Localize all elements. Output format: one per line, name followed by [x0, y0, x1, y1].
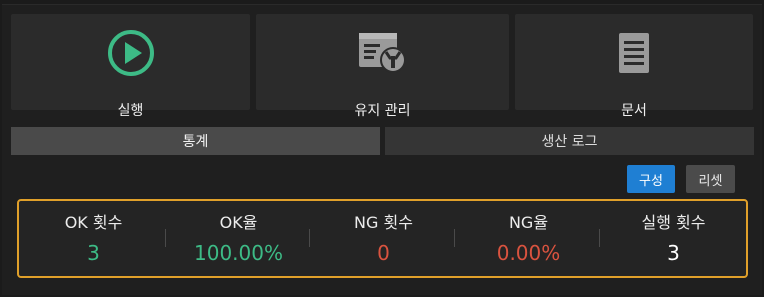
- stat-label: NG 횟수: [354, 213, 413, 232]
- stat-value: 3: [87, 241, 100, 265]
- stat-run-count: 실행 횟수 3: [601, 201, 746, 276]
- stat-label: 실행 횟수: [641, 213, 706, 232]
- stat-ok-count: OK 횟수 3: [21, 201, 166, 276]
- stats-panel: OK 횟수 3 OK율 100.00% NG 횟수 0 NG율 0.00% 실행…: [17, 199, 748, 278]
- documents-tile-label: 문서: [621, 103, 647, 119]
- divider: [454, 229, 455, 247]
- document-icon: [515, 28, 753, 78]
- documents-tile[interactable]: 문서: [515, 14, 753, 119]
- stat-value: 3: [667, 241, 680, 265]
- stat-ok-rate: OK율 100.00%: [166, 201, 311, 276]
- stat-label: OK 횟수: [64, 213, 123, 232]
- tab-statistics[interactable]: 통계: [11, 127, 380, 155]
- reset-button[interactable]: 리셋: [686, 165, 735, 193]
- config-button[interactable]: 구성: [627, 165, 675, 193]
- stat-label: NG율: [508, 213, 549, 232]
- stat-value: 100.00%: [194, 241, 283, 265]
- tab-production-log[interactable]: 생산 로그: [385, 127, 754, 155]
- divider: [599, 229, 600, 247]
- play-circle-icon: [11, 28, 250, 78]
- stat-value: 0.00%: [496, 241, 561, 265]
- stat-ng-rate: NG율 0.00%: [456, 201, 601, 276]
- maintenance-tile-label: 유지 관리: [354, 103, 411, 119]
- stat-ng-count: NG 횟수 0: [311, 201, 456, 276]
- maintenance-tile[interactable]: 유지 관리: [256, 14, 509, 119]
- wrench-window-icon: [256, 28, 509, 78]
- divider: [309, 229, 310, 247]
- stat-label: OK율: [219, 213, 258, 232]
- run-tile-label: 실행: [117, 103, 144, 119]
- run-tile[interactable]: 실행: [11, 14, 250, 119]
- stat-value: 0: [377, 241, 390, 265]
